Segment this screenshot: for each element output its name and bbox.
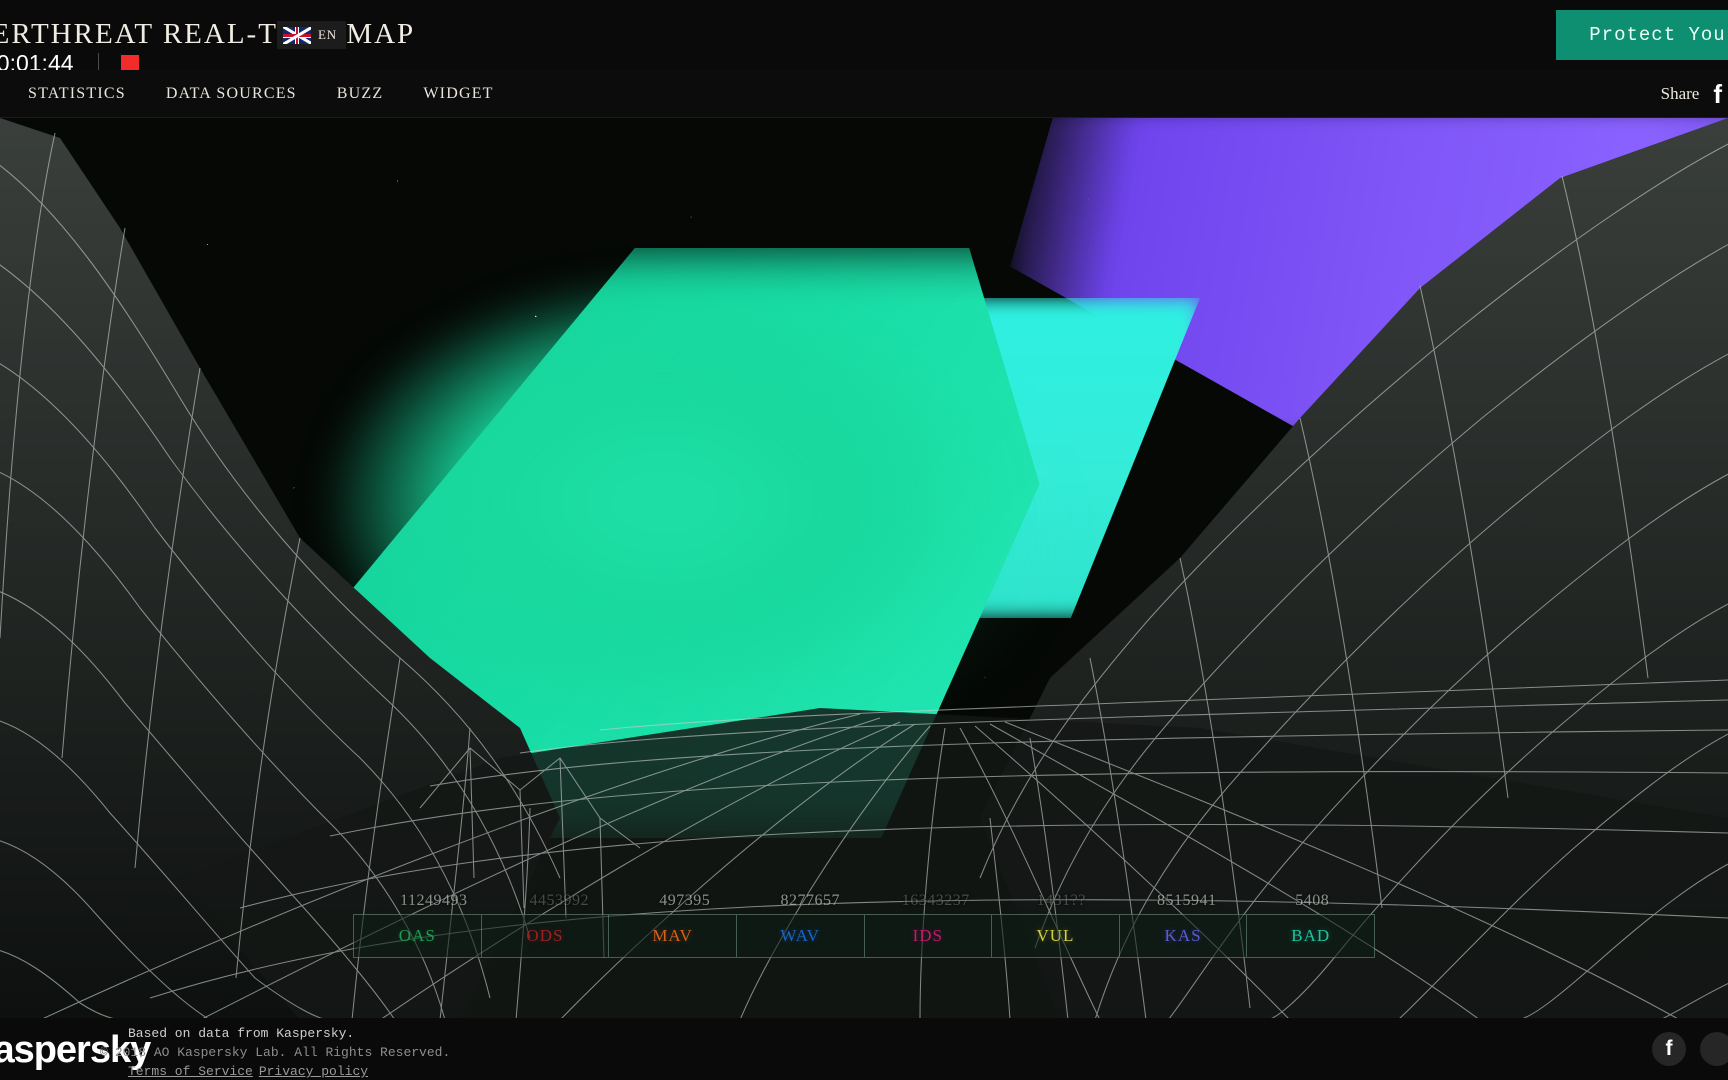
wireframe-terrain (0, 118, 1728, 1020)
uk-flag-icon (283, 26, 311, 44)
terms-of-service-link[interactable]: Terms of Service (128, 1064, 253, 1079)
page-header: CYBERTHREAT REAL-TIME MAP EN 00:01:44 Pr… (0, 0, 1728, 76)
footer-links: Terms of Service Privacy policy (100, 1062, 450, 1080)
facebook-icon: f (1665, 1036, 1673, 1060)
footer-attribution: Based on data from Kaspersky. (128, 1026, 355, 1041)
threat-tab-vul-label: VUL (1036, 926, 1075, 945)
threat-count-wav: 8277657 (780, 892, 840, 909)
threat-tab-bad[interactable]: BAD (1247, 915, 1374, 957)
language-selector[interactable]: EN (277, 21, 346, 49)
footer-text-block: Based on data from Kaspersky. © 2018 AO K… (100, 1024, 450, 1080)
nav-item-data-sources[interactable]: DATA SOURCES (146, 85, 317, 103)
threat-map-scene[interactable]: 11249493 4453992 497395 8277657 16343237… (0, 118, 1728, 1020)
threat-tab-wav-label: WAV (780, 926, 820, 945)
footer-copyright-line: © 2018 AO Kaspersky Lab. All Rights Reser… (100, 1043, 450, 1062)
threat-tab-bad-label: BAD (1291, 926, 1331, 945)
threat-tab-ods[interactable]: ODS (482, 915, 610, 957)
facebook-icon[interactable]: f (1713, 81, 1722, 107)
share-label: Share (1660, 83, 1700, 103)
threat-tab-mav[interactable]: MAV (609, 915, 737, 957)
threat-count-ids: 16343237 (901, 892, 970, 909)
privacy-policy-link[interactable]: Privacy policy (259, 1064, 368, 1079)
page-footer: Kaspersky Based on data from Kaspersky. … (0, 1018, 1728, 1080)
threat-tab-kas[interactable]: KAS (1120, 915, 1248, 957)
threat-count-ods: 4453992 (529, 892, 589, 909)
nav-share-group: Share f (1661, 81, 1728, 107)
cyberthreat-map-page: 11249493 4453992 497395 8277657 16343237… (0, 0, 1728, 1080)
threat-count-vul: 1431?? (1036, 892, 1086, 909)
threat-counts-row: 11249493 4453992 497395 8277657 16343237… (353, 892, 1375, 910)
threat-count-mav: 497395 (659, 892, 711, 909)
nav-item-widget[interactable]: WIDGET (403, 85, 513, 103)
threat-tab-wav[interactable]: WAV (737, 915, 865, 957)
threat-tab-ids[interactable]: IDS (865, 915, 993, 957)
language-code: EN (318, 27, 337, 42)
threat-tab-mav-label: MAV (652, 926, 693, 945)
threat-count-kas: 8515941 (1157, 892, 1217, 909)
threat-tab-kas-label: KAS (1164, 926, 1202, 945)
footer-copyright: 2018 AO Kaspersky Lab. All Rights Reserv… (114, 1045, 451, 1060)
threat-count-oas: 11249493 (400, 892, 468, 909)
threat-tab-ods-label: ODS (526, 926, 564, 945)
threat-stats-panel: 11249493 4453992 497395 8277657 16343237… (0, 892, 1728, 958)
threat-count-bad: 5408 (1295, 892, 1330, 909)
main-navigation: STATISTICS DATA SOURCES BUZZ WIDGET Shar… (0, 70, 1728, 118)
footer-social-button-2[interactable] (1700, 1032, 1728, 1066)
threat-tab-oas[interactable]: OAS (354, 915, 482, 957)
threat-tab-vul[interactable]: VUL (992, 915, 1120, 957)
page-title: CYBERTHREAT REAL-TIME MAP (0, 18, 416, 50)
footer-facebook-button[interactable]: f (1652, 1032, 1686, 1066)
nav-item-list: STATISTICS DATA SOURCES BUZZ WIDGET (0, 85, 514, 103)
protect-yourself-button[interactable]: Protect Yourself (1556, 10, 1728, 60)
nav-item-buzz[interactable]: BUZZ (317, 85, 404, 103)
threat-type-tabs: OAS ODS MAV WAV IDS VUL KAS BAD (353, 914, 1375, 958)
copyright-mark: © (100, 1045, 108, 1060)
threat-tab-ids-label: IDS (912, 926, 944, 945)
threat-tab-oas-label: OAS (398, 926, 436, 945)
nav-item-statistics[interactable]: STATISTICS (8, 85, 146, 103)
